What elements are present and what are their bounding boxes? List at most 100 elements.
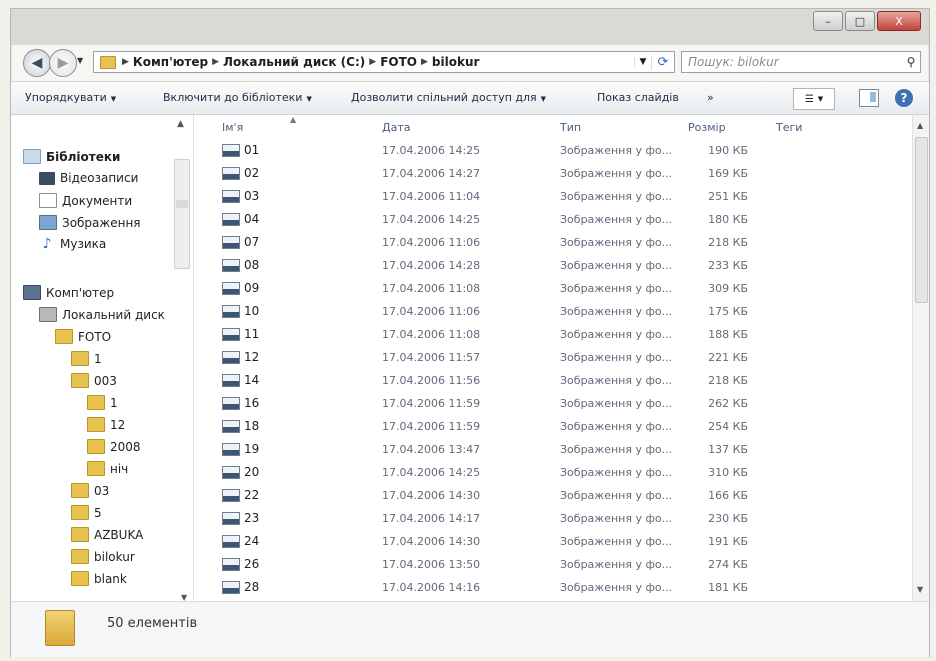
- file-row[interactable]: 28 17.04.2006 14:16 Зображення у фо... 1…: [194, 576, 912, 598]
- file-row[interactable]: 14 17.04.2006 11:56 Зображення у фо... 2…: [194, 369, 912, 392]
- breadcrumb-local-disk[interactable]: Локальний диск (C:): [223, 55, 365, 69]
- nav-scrollbar[interactable]: [174, 159, 190, 269]
- nav-folder-003-2008[interactable]: 2008: [87, 439, 141, 454]
- nav-folder-azbuka[interactable]: AZBUKA: [71, 527, 143, 542]
- file-list-scrollbar[interactable]: ▲ ▼: [912, 115, 929, 601]
- organize-menu[interactable]: Упорядкувати ▼: [25, 91, 116, 104]
- file-size: 218 КБ: [708, 236, 748, 249]
- slideshow-button[interactable]: Показ слайдів: [597, 91, 679, 104]
- file-name-cell: 18: [222, 419, 259, 433]
- file-date: 17.04.2006 11:57: [382, 351, 481, 364]
- nav-folder-003-nich[interactable]: ніч: [87, 461, 128, 476]
- nav-folder-003-1[interactable]: 1: [87, 395, 118, 410]
- column-type[interactable]: Тип: [560, 121, 581, 134]
- file-type: Зображення у фо...: [560, 236, 673, 249]
- breadcrumb-computer[interactable]: Комп'ютер: [133, 55, 208, 69]
- file-date: 17.04.2006 14:30: [382, 489, 481, 502]
- image-file-icon: [222, 534, 240, 548]
- file-date: 17.04.2006 14:28: [382, 259, 481, 272]
- music-icon: ♪: [42, 236, 52, 252]
- recent-pages-dropdown[interactable]: ▼: [77, 56, 83, 65]
- file-row[interactable]: 01 17.04.2006 14:25 Зображення у фо... 1…: [194, 139, 912, 162]
- image-file-icon: [222, 327, 240, 341]
- file-row[interactable]: 24 17.04.2006 14:30 Зображення у фо... 1…: [194, 530, 912, 553]
- file-row[interactable]: 09 17.04.2006 11:08 Зображення у фо... 3…: [194, 277, 912, 300]
- file-row[interactable]: 07 17.04.2006 11:06 Зображення у фо... 2…: [194, 231, 912, 254]
- nav-folder-bilokur[interactable]: bilokur: [71, 549, 135, 564]
- file-row[interactable]: 23 17.04.2006 14:17 Зображення у фо... 2…: [194, 507, 912, 530]
- chevron-right-icon[interactable]: ▶: [122, 57, 129, 67]
- minimize-button[interactable]: –: [813, 11, 843, 31]
- chevron-right-icon[interactable]: ▶: [369, 57, 376, 67]
- file-type: Зображення у фо...: [560, 558, 673, 571]
- nav-folder-003-12[interactable]: 12: [87, 417, 125, 432]
- nav-scroll-thumb[interactable]: [176, 200, 188, 208]
- image-file-icon: [222, 143, 240, 157]
- column-name[interactable]: Ім'я: [222, 121, 243, 134]
- organize-label: Упорядкувати: [25, 91, 107, 104]
- breadcrumb-foto[interactable]: FOTO: [380, 55, 417, 69]
- file-row[interactable]: 16 17.04.2006 11:59 Зображення у фо... 2…: [194, 392, 912, 415]
- column-tags[interactable]: Теги: [776, 121, 802, 134]
- file-row[interactable]: 11 17.04.2006 11:08 Зображення у фо... 1…: [194, 323, 912, 346]
- file-row[interactable]: 26 17.04.2006 13:50 Зображення у фо... 2…: [194, 553, 912, 576]
- file-row[interactable]: 22 17.04.2006 14:30 Зображення у фо... 1…: [194, 484, 912, 507]
- help-button[interactable]: ?: [895, 89, 913, 107]
- refresh-icon[interactable]: ⟳: [651, 54, 674, 70]
- library-icon: [23, 149, 41, 164]
- file-row[interactable]: 19 17.04.2006 13:47 Зображення у фо... 1…: [194, 438, 912, 461]
- share-menu[interactable]: Дозволити спільний доступ для ▼: [351, 91, 546, 104]
- nav-local-disk[interactable]: Локальний диск: [39, 307, 165, 322]
- nav-folder-1[interactable]: 1: [71, 351, 102, 366]
- file-row[interactable]: 18 17.04.2006 11:59 Зображення у фо... 2…: [194, 415, 912, 438]
- nav-folder-blank[interactable]: blank: [71, 571, 127, 586]
- breadcrumb-bilokur[interactable]: bilokur: [432, 55, 480, 69]
- file-row[interactable]: 12 17.04.2006 11:57 Зображення у фо... 2…: [194, 346, 912, 369]
- chevron-right-icon[interactable]: ▶: [421, 57, 428, 67]
- file-row[interactable]: 10 17.04.2006 11:06 Зображення у фо... 1…: [194, 300, 912, 323]
- nav-folder-5[interactable]: 5: [71, 505, 102, 520]
- folder-icon: [71, 483, 89, 498]
- chevron-up-icon[interactable]: ▲: [177, 119, 184, 129]
- change-view-button[interactable]: ☰ ▼: [793, 88, 835, 110]
- nav-music-label: Музика: [60, 237, 107, 251]
- column-date[interactable]: Дата: [382, 121, 410, 134]
- file-date: 17.04.2006 11:56: [382, 374, 481, 387]
- more-commands-button[interactable]: »: [707, 91, 714, 104]
- address-bar[interactable]: ▶ Комп'ютер ▶ Локальний диск (C:) ▶ FOTO…: [93, 51, 675, 73]
- nav-computer[interactable]: Комп'ютер: [23, 285, 114, 300]
- nav-documents[interactable]: Документи: [39, 193, 132, 208]
- search-input[interactable]: Пошук: bilokur ⚲: [681, 51, 921, 73]
- file-name-cell: 22: [222, 488, 259, 502]
- nav-folder-03[interactable]: 03: [71, 483, 109, 498]
- disk-icon: [39, 307, 57, 322]
- file-row[interactable]: 08 17.04.2006 14:28 Зображення у фо... 2…: [194, 254, 912, 277]
- nav-pictures[interactable]: Зображення: [39, 215, 141, 230]
- file-list-scroll-thumb[interactable]: [915, 137, 928, 303]
- maximize-button[interactable]: □: [845, 11, 875, 31]
- file-row[interactable]: 03 17.04.2006 11:04 Зображення у фо... 2…: [194, 185, 912, 208]
- image-file-icon: [222, 281, 240, 295]
- file-name-cell: 01: [222, 143, 259, 157]
- file-date: 17.04.2006 11:08: [382, 282, 481, 295]
- file-date: 17.04.2006 14:25: [382, 144, 481, 157]
- forward-button[interactable]: ▶: [49, 49, 77, 77]
- file-row[interactable]: 20 17.04.2006 14:25 Зображення у фо... 3…: [194, 461, 912, 484]
- nav-videos[interactable]: Відеозаписи: [39, 171, 138, 185]
- close-button[interactable]: X: [877, 11, 921, 31]
- chevron-right-icon[interactable]: ▶: [212, 57, 219, 67]
- nav-music[interactable]: ♪ Музика: [39, 236, 107, 252]
- file-row[interactable]: 02 17.04.2006 14:27 Зображення у фо... 1…: [194, 162, 912, 185]
- column-size[interactable]: Розмір: [688, 121, 726, 134]
- address-history-dropdown[interactable]: ▼: [634, 57, 651, 67]
- search-icon[interactable]: ⚲: [902, 55, 920, 69]
- nav-folder-foto[interactable]: FOTO: [55, 329, 111, 344]
- include-library-menu[interactable]: Включити до бібліотеки ▼: [163, 91, 312, 104]
- preview-pane-button[interactable]: [859, 89, 879, 107]
- file-row[interactable]: 04 17.04.2006 14:25 Зображення у фо... 1…: [194, 208, 912, 231]
- back-button[interactable]: ◀: [23, 49, 51, 77]
- nav-folder-003[interactable]: 003: [71, 373, 117, 388]
- chevron-up-icon[interactable]: ▲: [917, 121, 923, 130]
- chevron-down-icon[interactable]: ▼: [917, 585, 923, 594]
- nav-libraries[interactable]: Бібліотеки: [23, 149, 120, 164]
